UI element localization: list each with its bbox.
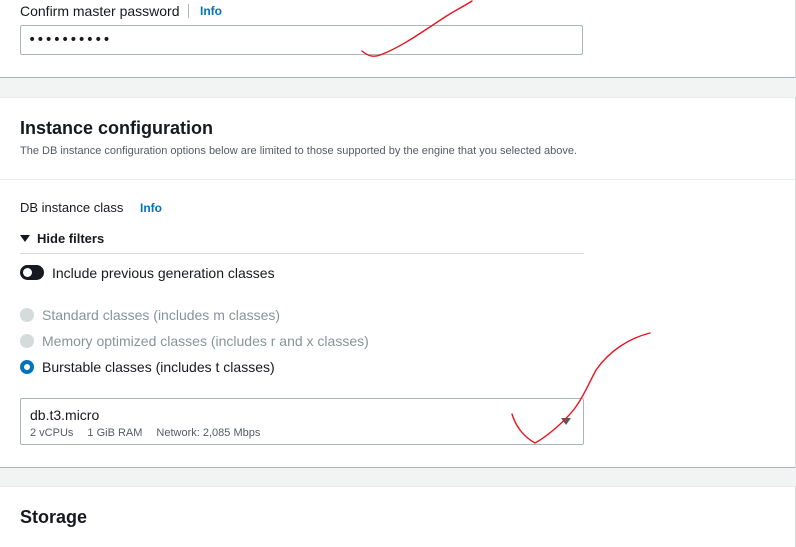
burstable-classes-radio[interactable] — [20, 360, 34, 374]
confirm-password-label: Confirm master password — [20, 3, 180, 19]
network-spec: Network: 2,085 Mbps — [156, 427, 261, 439]
hide-filters-label: Hide filters — [37, 231, 105, 246]
memory-optimized-classes-label: Memory optimized classes (includes r and… — [42, 333, 369, 349]
instance-class-select[interactable]: db.t3.micro 2 vCPUs 1 GiB RAM Network: 2,0… — [20, 398, 584, 445]
selected-instance-specs: 2 vCPUs 1 GiB RAM Network: 2,085 Mbps — [30, 427, 274, 439]
ram-spec: 1 GiB RAM — [87, 427, 143, 439]
standard-classes-label: Standard classes (includes m classes) — [42, 307, 281, 323]
include-previous-toggle[interactable] — [20, 265, 44, 280]
toggle-knob — [23, 268, 32, 277]
burstable-classes-label: Burstable classes (includes t classes) — [42, 359, 275, 375]
section-divider — [0, 179, 795, 180]
storage-title: Storage — [20, 507, 88, 527]
db-instance-class-info-link[interactable]: Info — [140, 201, 162, 215]
master-password-panel: Confirm master password Info •••••••••• — [0, 0, 796, 78]
confirm-password-input[interactable]: •••••••••• — [20, 25, 583, 55]
confirm-password-info-link[interactable]: Info — [200, 4, 222, 18]
label-separator — [188, 4, 189, 18]
standard-classes-radio[interactable] — [20, 308, 34, 322]
vcpus-spec: 2 vCPUs — [30, 427, 74, 439]
db-instance-class-label: DB instance class — [20, 200, 124, 215]
instance-configuration-title: Instance configuration — [20, 118, 214, 138]
memory-optimized-classes-radio[interactable] — [20, 334, 34, 348]
caret-down-icon — [20, 235, 30, 242]
dropdown-caret-icon — [561, 418, 571, 425]
storage-panel — [0, 486, 796, 547]
include-previous-label: Include previous generation classes — [52, 265, 275, 281]
hide-filters-toggle[interactable]: Hide filters — [20, 231, 104, 246]
selected-instance-name: db.t3.micro — [30, 407, 100, 423]
instance-configuration-description: The DB instance configuration options be… — [20, 145, 578, 157]
filters-divider — [20, 253, 584, 254]
